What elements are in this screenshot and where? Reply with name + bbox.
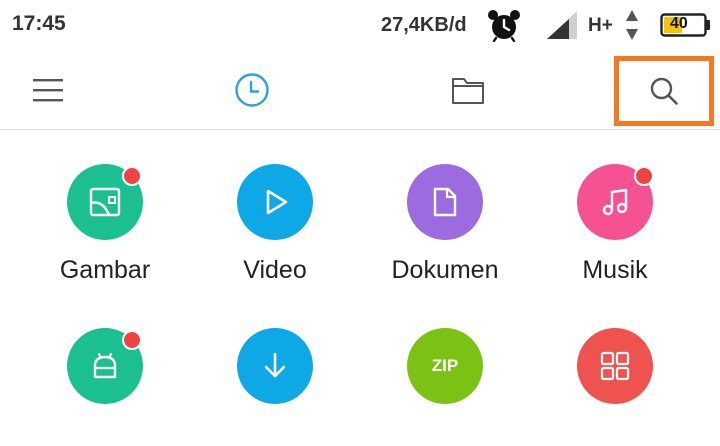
search-icon (650, 77, 678, 105)
folder-icon (452, 78, 484, 104)
category-icon-bg: ZIP (407, 328, 483, 404)
new-badge (122, 330, 142, 350)
category-images[interactable]: Gambar (20, 130, 190, 284)
battery-indicator: 40 (660, 13, 712, 37)
category-label: Musik (582, 256, 648, 284)
category-zip[interactable]: ZIP (360, 296, 530, 446)
apps-icon (600, 351, 630, 381)
status-bar: 17:45 27,4KB/d H+ 40 (0, 0, 720, 52)
apk-icon (93, 352, 117, 379)
category-downloads[interactable] (190, 296, 360, 446)
category-apk[interactable] (20, 296, 190, 446)
category-icon-bg (407, 164, 483, 240)
download-icon (264, 352, 286, 378)
new-badge (122, 166, 142, 186)
category-apps[interactable] (530, 296, 700, 446)
top-toolbar (0, 52, 720, 130)
category-grid: Gambar Video Dokumen Musik ZIP (0, 130, 720, 405)
status-time: 17:45 (12, 12, 66, 35)
category-label: Video (243, 256, 307, 284)
category-label: Dokumen (391, 256, 499, 284)
category-documents[interactable]: Dokumen (360, 130, 530, 284)
search-button[interactable] (614, 56, 714, 126)
zip-icon: ZIP (431, 356, 459, 375)
category-icon-bg (237, 164, 313, 240)
menu-button[interactable] (18, 60, 78, 120)
battery-level: 40 (670, 15, 688, 32)
status-network-type: H+ (588, 15, 613, 36)
tab-recent[interactable] (222, 60, 282, 120)
new-badge (634, 166, 654, 186)
category-icon-bg (577, 328, 653, 404)
category-label: Gambar (59, 256, 151, 284)
category-music[interactable]: Musik (530, 130, 700, 284)
category-video[interactable]: Video (190, 130, 360, 284)
play-icon (266, 189, 288, 215)
document-icon (433, 187, 457, 217)
alarm-icon (488, 10, 520, 42)
music-icon (602, 188, 628, 216)
data-arrows-icon (626, 10, 638, 40)
status-network-speed: 27,4KB/d (381, 14, 467, 36)
signal-icon (547, 11, 577, 39)
category-icon-bg (237, 328, 313, 404)
menu-icon (33, 79, 63, 102)
recent-clock-icon (235, 73, 269, 107)
tab-folders[interactable] (438, 60, 498, 120)
image-icon (89, 187, 121, 217)
